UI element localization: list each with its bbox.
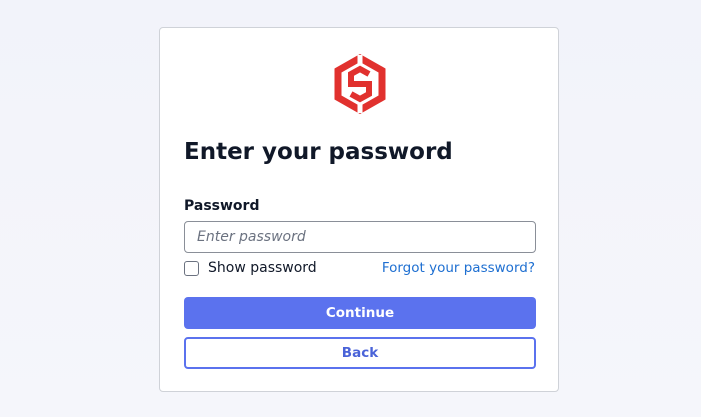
brand-logo-icon xyxy=(334,53,386,115)
password-input[interactable] xyxy=(184,221,536,253)
password-label: Password xyxy=(184,198,260,214)
continue-button[interactable]: Continue xyxy=(184,297,536,329)
back-button[interactable]: Back xyxy=(184,337,536,369)
page-background: Enter your password Password Show passwo… xyxy=(0,0,701,417)
page-title: Enter your password xyxy=(184,139,453,165)
forgot-password-link[interactable]: Forgot your password? xyxy=(382,260,535,276)
show-password-row[interactable]: Show password xyxy=(184,259,317,277)
show-password-checkbox[interactable] xyxy=(184,260,199,276)
login-card: Enter your password Password Show passwo… xyxy=(159,27,559,392)
show-password-label[interactable]: Show password xyxy=(208,260,317,276)
